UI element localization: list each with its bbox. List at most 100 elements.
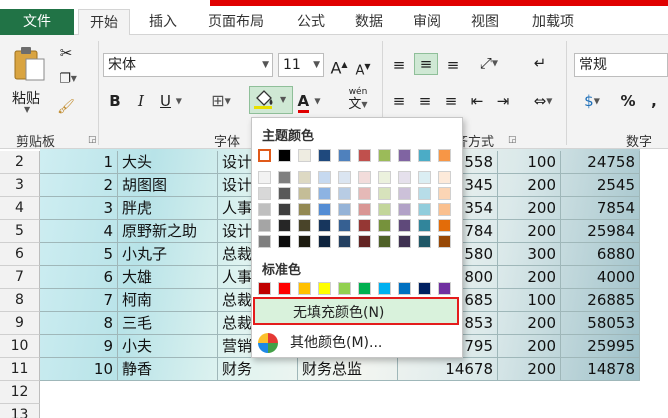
theme-color-swatch[interactable] <box>278 149 291 162</box>
theme-color-swatch[interactable] <box>258 149 271 162</box>
grow-font-button[interactable]: A▲ <box>330 55 348 78</box>
phonetic-button[interactable]: wén 文▼ <box>340 87 376 117</box>
theme-shade-swatch[interactable] <box>318 219 331 232</box>
cell-name[interactable]: 小丸子 <box>118 243 218 266</box>
theme-shade-swatch[interactable] <box>398 187 411 200</box>
theme-shade-swatch[interactable] <box>318 203 331 216</box>
theme-shade-swatch[interactable] <box>358 187 371 200</box>
cell-hours[interactable]: 100 <box>498 289 561 312</box>
cell-name[interactable]: 柯南 <box>118 289 218 312</box>
theme-color-swatch[interactable] <box>418 149 431 162</box>
cell-total[interactable]: 25984 <box>561 220 640 243</box>
theme-shade-swatch[interactable] <box>258 219 271 232</box>
shrink-font-button[interactable]: A▼ <box>354 57 372 81</box>
theme-shade-swatch[interactable] <box>418 235 431 248</box>
cell-name[interactable]: 胡图图 <box>118 174 218 197</box>
cell-hours[interactable]: 200 <box>498 335 561 358</box>
theme-shade-swatch[interactable] <box>258 203 271 216</box>
more-colors-menu-item[interactable]: 其他颜色(M)... <box>252 329 464 357</box>
theme-shade-swatch[interactable] <box>398 235 411 248</box>
theme-color-swatch[interactable] <box>438 149 451 162</box>
row-header[interactable]: 8 <box>0 289 40 312</box>
tab-file[interactable]: 文件 <box>0 9 74 35</box>
currency-icon[interactable]: $▼ <box>576 91 608 112</box>
standard-color-swatch[interactable] <box>438 282 451 295</box>
theme-shade-swatch[interactable] <box>378 171 391 184</box>
wrap-text-icon[interactable]: ↵ <box>526 53 554 73</box>
row-header[interactable]: 5 <box>0 220 40 243</box>
fill-color-button[interactable]: ▼ <box>249 86 293 114</box>
theme-shade-swatch[interactable] <box>298 171 311 184</box>
theme-shade-swatch[interactable] <box>278 203 291 216</box>
standard-color-swatch[interactable] <box>318 282 331 295</box>
underline-button[interactable]: U ▼ <box>156 91 186 112</box>
tab-home[interactable]: 开始 <box>78 9 130 36</box>
cell-id[interactable]: 6 <box>40 266 118 289</box>
row-header[interactable]: 3 <box>0 174 40 197</box>
row-header[interactable]: 7 <box>0 266 40 289</box>
cell-total[interactable]: 25995 <box>561 335 640 358</box>
cell-name[interactable]: 静香 <box>118 358 218 381</box>
cell-total[interactable]: 6880 <box>561 243 640 266</box>
cell-name[interactable]: 胖虎 <box>118 197 218 220</box>
borders-button[interactable]: ⊞▼ <box>204 91 238 112</box>
cut-icon[interactable]: ✂ <box>56 43 76 63</box>
theme-shade-swatch[interactable] <box>418 171 431 184</box>
cell-total[interactable]: 4000 <box>561 266 640 289</box>
cell-hours[interactable]: 100 <box>498 151 561 174</box>
theme-shade-swatch[interactable] <box>418 203 431 216</box>
cell-dept[interactable]: 财务 <box>218 358 298 381</box>
orientation-icon[interactable]: ⤢▼ <box>472 53 506 74</box>
cell-title[interactable]: 财务总监 <box>298 358 398 381</box>
align-right-icon[interactable]: ≡ <box>440 91 462 111</box>
font-size-combo[interactable]: 11 ▼ <box>278 53 324 77</box>
standard-color-swatch[interactable] <box>378 282 391 295</box>
theme-color-swatch[interactable] <box>398 149 411 162</box>
tab-formulas[interactable]: 公式 <box>288 9 334 35</box>
paste-dropdown-icon[interactable]: ▼ <box>24 105 30 114</box>
theme-color-swatch[interactable] <box>298 149 311 162</box>
theme-shade-swatch[interactable] <box>258 187 271 200</box>
cell-total[interactable]: 26885 <box>561 289 640 312</box>
theme-shade-swatch[interactable] <box>318 235 331 248</box>
comma-button[interactable]: , <box>644 91 664 111</box>
font-color-button[interactable]: A ▼ <box>294 91 324 113</box>
theme-shade-swatch[interactable] <box>378 203 391 216</box>
cell-total[interactable]: 2545 <box>561 174 640 197</box>
tab-review[interactable]: 审阅 <box>404 9 450 35</box>
theme-shade-swatch[interactable] <box>438 235 451 248</box>
theme-shade-swatch[interactable] <box>298 219 311 232</box>
cell-id[interactable]: 7 <box>40 289 118 312</box>
bold-button[interactable]: B <box>106 91 124 111</box>
no-fill-menu-item[interactable]: 无填充颜色(N) <box>253 297 459 325</box>
theme-shade-swatch[interactable] <box>338 203 351 216</box>
theme-shade-swatch[interactable] <box>338 235 351 248</box>
theme-shade-swatch[interactable] <box>358 219 371 232</box>
theme-shade-swatch[interactable] <box>418 219 431 232</box>
cell-name[interactable]: 原野新之助 <box>118 220 218 243</box>
tab-data[interactable]: 数据 <box>346 9 392 35</box>
format-painter-icon[interactable]: 🖌 <box>56 97 76 117</box>
theme-shade-swatch[interactable] <box>298 187 311 200</box>
cell-id[interactable]: 5 <box>40 243 118 266</box>
tab-addins[interactable]: 加载项 <box>520 9 586 35</box>
theme-color-swatch[interactable] <box>358 149 371 162</box>
theme-shade-swatch[interactable] <box>278 171 291 184</box>
standard-color-swatch[interactable] <box>358 282 371 295</box>
copy-icon[interactable]: ❐▼ <box>56 69 80 90</box>
row-header[interactable]: 10 <box>0 335 40 358</box>
row-header[interactable]: 12 <box>0 381 40 404</box>
cell-total[interactable]: 14878 <box>561 358 640 381</box>
row-header[interactable]: 9 <box>0 312 40 335</box>
paste-button[interactable]: 粘贴 ▼ <box>8 45 50 115</box>
number-format-combo[interactable]: 常规 <box>574 53 668 77</box>
cell-salary[interactable]: 14678 <box>398 358 498 381</box>
clipboard-launcher-icon[interactable]: ◲ <box>88 135 97 145</box>
theme-shade-swatch[interactable] <box>438 219 451 232</box>
theme-color-swatch[interactable] <box>378 149 391 162</box>
cell-hours[interactable]: 200 <box>498 197 561 220</box>
cell-id[interactable]: 10 <box>40 358 118 381</box>
cell-id[interactable]: 8 <box>40 312 118 335</box>
theme-shade-swatch[interactable] <box>258 171 271 184</box>
cell-hours[interactable]: 200 <box>498 174 561 197</box>
